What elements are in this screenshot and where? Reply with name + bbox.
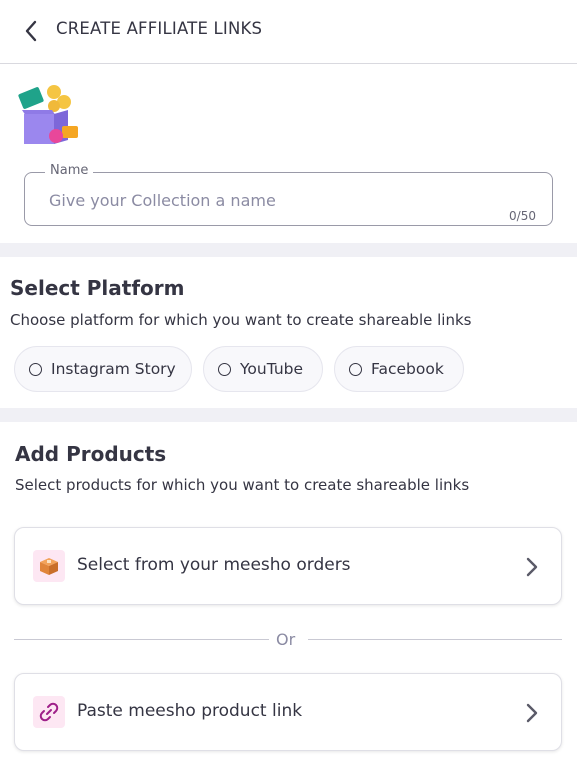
chevron-left-icon	[25, 20, 37, 42]
back-button[interactable]	[14, 14, 48, 48]
link-icon	[33, 696, 65, 728]
gift-box-coins-icon	[18, 85, 78, 144]
radio-icon	[218, 362, 231, 376]
collection-name-input[interactable]	[49, 191, 509, 210]
platform-chip-youtube[interactable]: YouTube	[203, 346, 323, 392]
top-app-bar: CREATE AFFILIATE LINKS	[0, 0, 577, 64]
character-counter: 0/50	[509, 209, 536, 223]
select-from-orders-label: Select from your meesho orders	[77, 555, 351, 575]
package-icon	[33, 550, 65, 582]
platform-chip-label: Facebook	[371, 360, 444, 378]
collection-name-field[interactable]: Name 0/50	[24, 163, 553, 226]
select-platform-heading: Select Platform	[10, 276, 185, 300]
section-divider	[0, 408, 577, 422]
select-platform-subtitle: Choose platform for which you want to cr…	[10, 311, 472, 329]
chevron-right-icon	[526, 557, 538, 577]
divider-line	[14, 639, 269, 640]
select-from-orders-card[interactable]: Select from your meesho orders	[14, 527, 562, 605]
divider-line	[308, 639, 562, 640]
name-field-label: Name	[45, 163, 94, 178]
chevron-right-icon	[526, 703, 538, 723]
radio-icon	[349, 362, 362, 376]
or-divider: Or	[14, 628, 562, 652]
page-title: CREATE AFFILIATE LINKS	[56, 19, 263, 38]
section-divider	[0, 243, 577, 257]
paste-product-link-card[interactable]: Paste meesho product link	[14, 673, 562, 751]
platform-chip-instagram-story[interactable]: Instagram Story	[14, 346, 192, 392]
add-products-heading: Add Products	[15, 442, 167, 466]
add-products-subtitle: Select products for which you want to cr…	[15, 476, 470, 494]
platform-chip-facebook[interactable]: Facebook	[334, 346, 464, 392]
radio-icon	[29, 362, 42, 376]
platform-chip-label: YouTube	[240, 360, 304, 378]
paste-product-link-label: Paste meesho product link	[77, 701, 303, 721]
platform-chip-label: Instagram Story	[51, 360, 176, 378]
or-label: Or	[276, 630, 296, 649]
